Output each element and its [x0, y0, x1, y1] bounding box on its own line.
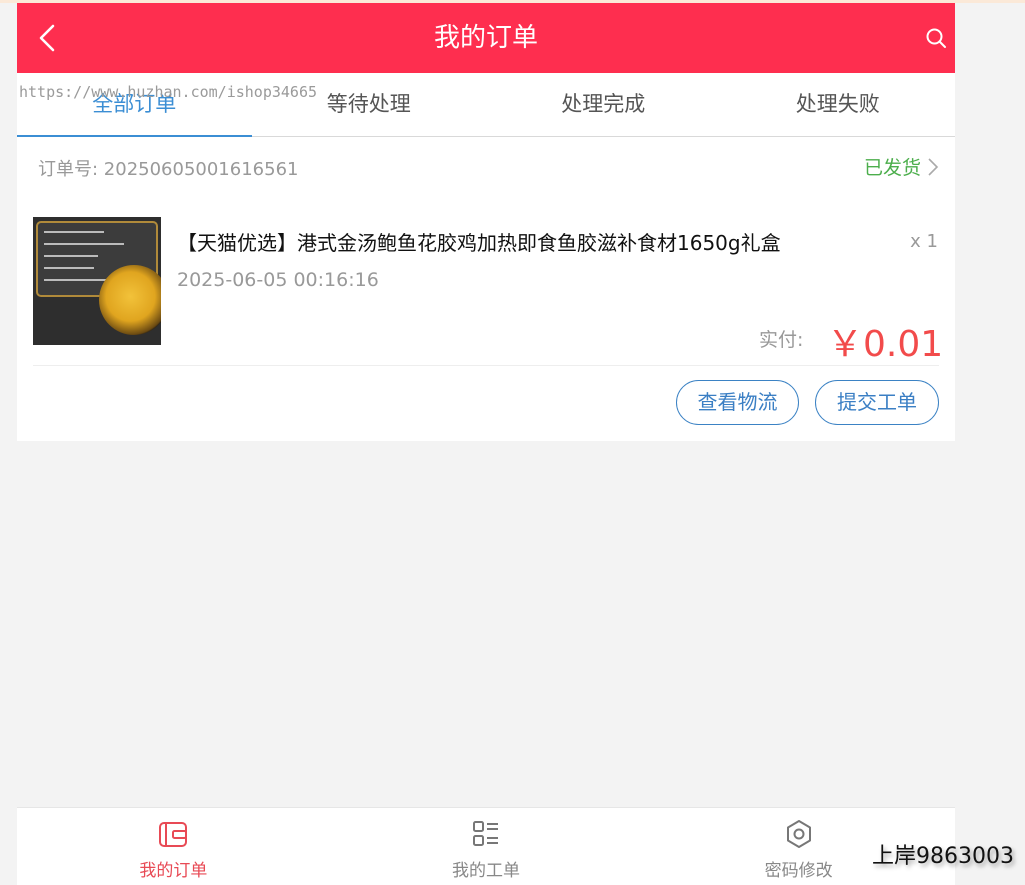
- submit-ticket-button[interactable]: 提交工单: [815, 380, 939, 425]
- app: 我的订单 全部订单 等待处理 处理完成 处理失败 https://www.huz…: [17, 3, 955, 885]
- chevron-right-icon: [928, 157, 939, 176]
- page-title: 我的订单: [433, 23, 538, 53]
- order-card[interactable]: 订单号: 20250605001616561 已发货 【天猫优选】港式金汤鲍鱼花…: [17, 137, 955, 441]
- tab-completed[interactable]: 处理完成: [486, 73, 721, 136]
- order-number: 订单号: 20250605001616561: [38, 159, 299, 180]
- view-logistics-button[interactable]: 查看物流: [676, 380, 799, 425]
- nav-my-tickets-label: 我的工单: [452, 861, 520, 881]
- tab-all-orders[interactable]: 全部订单: [17, 73, 252, 137]
- search-icon[interactable]: [925, 27, 947, 49]
- bottom-nav: 我的订单 我的工单 密码修改: [17, 807, 955, 885]
- divider: [33, 365, 939, 366]
- product-image[interactable]: [33, 217, 161, 345]
- wallet-icon: [159, 822, 188, 847]
- paid-label: 实付:: [759, 329, 804, 351]
- order-status[interactable]: 已发货: [864, 153, 939, 180]
- tab-pending[interactable]: 等待处理: [252, 73, 487, 136]
- food-bowl: [99, 265, 161, 335]
- paid-amount: ￥0.01: [827, 324, 944, 365]
- side-badge: 上岸9863003: [872, 844, 1014, 869]
- nav-my-orders-label: 我的订单: [139, 861, 208, 881]
- nav-my-orders[interactable]: 我的订单: [17, 808, 330, 885]
- list-icon: [473, 821, 498, 846]
- product-name[interactable]: 【天猫优选】港式金汤鲍鱼花胶鸡加热即食鱼胶滋补食材1650g礼盒: [177, 227, 781, 256]
- tab-failed[interactable]: 处理失败: [721, 73, 956, 136]
- order-time: 2025-06-05 00:16:16: [177, 269, 379, 291]
- order-tabs: 全部订单 等待处理 处理完成 处理失败: [17, 73, 955, 137]
- gear-icon: [786, 820, 811, 848]
- header-bar: 我的订单: [17, 3, 955, 73]
- quantity: x 1: [910, 231, 938, 252]
- nav-my-tickets[interactable]: 我的工单: [330, 808, 643, 885]
- order-status-label: 已发货: [863, 157, 921, 179]
